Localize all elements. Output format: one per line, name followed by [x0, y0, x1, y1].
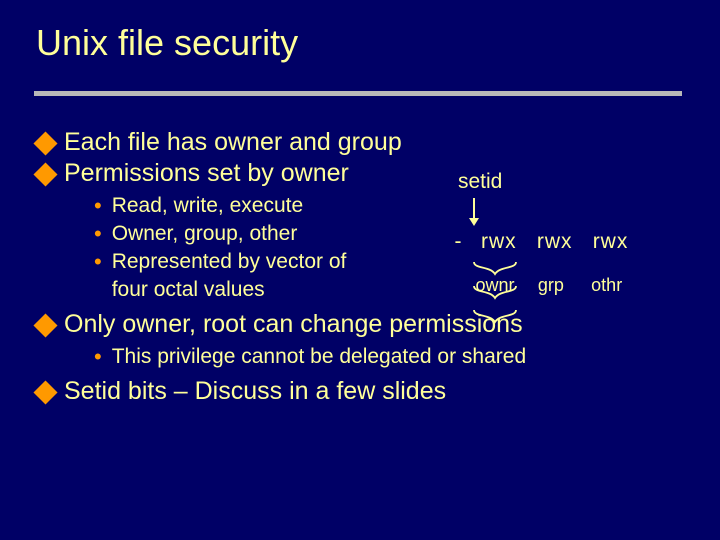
- diamond-icon: [33, 313, 57, 337]
- perm-setid-bit: -: [448, 230, 468, 254]
- sub-bullet-text: Owner, group, other: [112, 220, 298, 248]
- other-label: othr: [582, 275, 632, 296]
- bullet-l2: • This privilege cannot be delegated or …: [94, 343, 686, 371]
- brace-icon: [470, 306, 520, 330]
- bullet-text: Setid bits – Discuss in a few slides: [64, 377, 446, 406]
- bullet-text: Permissions set by owner: [64, 159, 349, 188]
- diamond-icon: [33, 162, 57, 186]
- bullet-dot-icon: •: [94, 192, 102, 220]
- bullet-dot-icon: •: [94, 343, 102, 371]
- bullet-text: Only owner, root can change permissions: [64, 310, 523, 339]
- perm-other-bits: rwx: [586, 230, 636, 254]
- bullet-dot-icon: •: [94, 248, 102, 276]
- slide: Unix file security Each file has owner a…: [0, 0, 720, 540]
- diamond-icon: [33, 131, 57, 155]
- diamond-icon: [33, 380, 57, 404]
- sub-list: • This privilege cannot be delegated or …: [94, 343, 686, 371]
- title-divider: [34, 91, 682, 96]
- sub-bullet-text: four octal values: [112, 276, 265, 304]
- slide-body: Each file has owner and group Permission…: [34, 128, 686, 408]
- perm-group-bits: rwx: [530, 230, 580, 254]
- group-label: grp: [526, 275, 576, 296]
- sub-bullet-text: Read, write, execute: [112, 192, 303, 220]
- sub-bullet-text: Represented by vector of: [112, 248, 347, 276]
- bullet-l1: Each file has owner and group: [34, 128, 686, 157]
- bullet-l2: • Read, write, execute: [94, 192, 686, 220]
- sub-bullet-text: This privilege cannot be delegated or sh…: [112, 343, 526, 371]
- perm-owner-bits: rwx: [474, 230, 524, 254]
- arrow-down-icon: [468, 198, 480, 232]
- bullet-text: Each file has owner and group: [64, 128, 402, 157]
- bullet-dot-icon: •: [94, 220, 102, 248]
- owner-label: ownr: [470, 275, 520, 296]
- bullet-l1: Permissions set by owner: [34, 159, 686, 188]
- permission-bits-row: - rwx rwx rwx: [448, 230, 636, 254]
- permission-labels-row: ownr grp othr: [470, 273, 632, 297]
- bullet-l1: Setid bits – Discuss in a few slides: [34, 377, 686, 406]
- bullet-l1: Only owner, root can change permissions: [34, 310, 686, 339]
- slide-title: Unix file security: [0, 0, 720, 64]
- setid-label: setid: [458, 170, 502, 194]
